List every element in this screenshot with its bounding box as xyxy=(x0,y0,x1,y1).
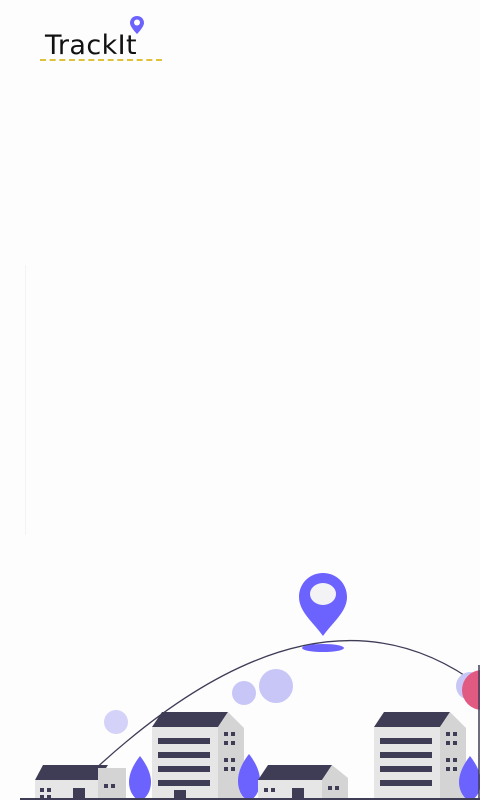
logo-underline xyxy=(40,59,162,61)
building-small-left xyxy=(35,765,126,800)
building-tall-right xyxy=(374,712,466,800)
bush-left xyxy=(129,756,151,800)
app-logo-text: TrackIt xyxy=(45,30,138,61)
app-logo: TrackIt xyxy=(40,14,170,66)
location-pin-icon xyxy=(130,16,144,34)
building-tall-center-left xyxy=(152,712,244,800)
location-pin-large-icon xyxy=(299,573,347,652)
divider xyxy=(25,265,26,535)
building-small-center xyxy=(258,765,348,800)
city-illustration xyxy=(20,573,480,800)
